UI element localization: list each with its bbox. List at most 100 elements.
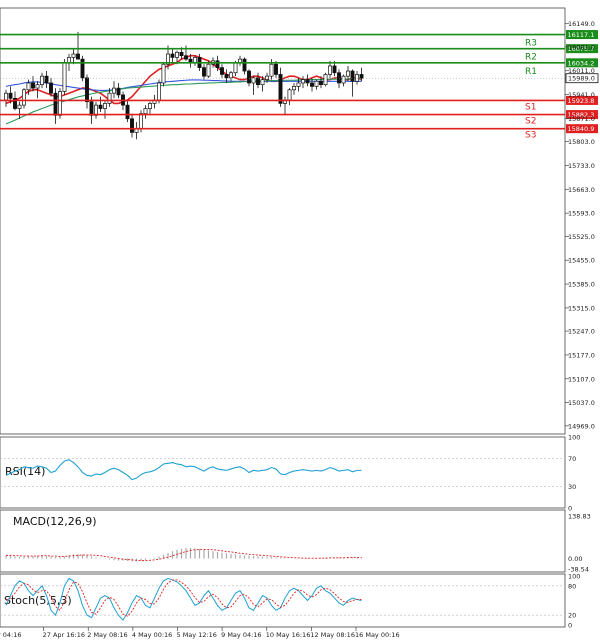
time-tick-label: 5 May 12:16 xyxy=(177,631,217,639)
current-price-tag: 15989.0 xyxy=(565,73,599,84)
time-tick-label: 9 May 04:16 xyxy=(221,631,261,639)
candle-body xyxy=(202,67,206,77)
price-tick-label: 15385.0 xyxy=(568,281,595,289)
price-tick-label: 16149.0 xyxy=(568,20,595,28)
candle-body xyxy=(287,89,292,101)
candle-body xyxy=(175,51,179,58)
time-tick-label: 16 May 00:16 xyxy=(355,631,400,639)
candle-body xyxy=(278,74,283,104)
candle-body xyxy=(314,80,319,87)
candle-body xyxy=(107,92,112,104)
level-name-r2: R2 xyxy=(525,53,537,63)
candle-body xyxy=(35,84,40,89)
macd-tick-label: 138.83 xyxy=(568,513,591,521)
candle-body xyxy=(8,92,13,99)
candle-body xyxy=(80,58,85,79)
candle-body xyxy=(31,82,35,89)
price-tick-label: 15455.0 xyxy=(568,257,595,265)
stoch-tick-label: 80 xyxy=(568,582,576,590)
macd-label: MACD(12,26,9) xyxy=(13,515,97,528)
price-tick-label: 15525.0 xyxy=(568,233,595,241)
candle-body xyxy=(301,79,305,84)
candle-body xyxy=(22,89,26,106)
candle-body xyxy=(359,74,364,79)
level-name-s2: S2 xyxy=(525,117,536,127)
candle-body xyxy=(143,108,148,114)
candle-body xyxy=(161,63,166,84)
candle-body xyxy=(44,75,49,84)
candle-body xyxy=(220,67,224,75)
rsi-panel: RSI(14) 10070300 xyxy=(0,434,580,513)
candle-body xyxy=(49,82,53,94)
price-tick-label: 15663.0 xyxy=(568,186,595,194)
level-name-r1: R1 xyxy=(525,67,537,77)
level-price-label: 16117.1 xyxy=(568,31,595,39)
stoch-panel: Stoch(5,5,3) 10080200 xyxy=(0,573,580,630)
candle-body xyxy=(53,92,58,116)
candle-body xyxy=(274,63,278,75)
rsi-tick-label: 30 xyxy=(568,483,576,491)
candle-body xyxy=(179,51,184,57)
candle-body xyxy=(206,63,211,77)
stoch-tick-label: 0 xyxy=(568,622,572,630)
candle-body xyxy=(130,118,134,133)
rsi-tick-label: 70 xyxy=(568,455,576,463)
candle-body xyxy=(170,53,175,58)
candle-body xyxy=(98,104,103,109)
level-price-label: 16034.2 xyxy=(568,59,595,67)
candle-body xyxy=(76,53,80,60)
time-tick-label: 4 May 00:16 xyxy=(132,631,172,639)
candle-body xyxy=(67,57,71,63)
price-tick-label: 15107.0 xyxy=(568,375,595,383)
candle-body xyxy=(215,60,220,68)
candle-body xyxy=(355,74,359,82)
price-tick-label: 15247.0 xyxy=(568,328,595,336)
candle-body xyxy=(350,70,355,82)
time-tick-label: 27 Apr 16:16 xyxy=(43,631,85,639)
candle-body xyxy=(328,65,332,75)
time-tick-label: 2 May 08:16 xyxy=(87,631,127,639)
macd-tick-label: 0.00 xyxy=(568,555,582,563)
candle-body xyxy=(116,87,121,96)
price-tick-label: 15733.0 xyxy=(568,162,595,170)
level-name-s1: S1 xyxy=(525,102,536,112)
candle-body xyxy=(292,86,296,91)
candle-body xyxy=(148,103,152,109)
price-panel: R316117.1R216075.7R116034.2S115923.8S215… xyxy=(0,7,599,435)
candle-body xyxy=(17,104,22,109)
rsi-tick-label: 0 xyxy=(568,505,572,513)
candle-body xyxy=(89,101,94,116)
price-tick-label: 15037.0 xyxy=(568,399,595,407)
macd-panel: MACD(12,26,9) 138.830.00-38.54 xyxy=(0,509,591,574)
candle-body xyxy=(269,63,274,77)
candle-body xyxy=(71,53,76,58)
candle-body xyxy=(323,74,328,86)
candle-body xyxy=(85,77,89,103)
candle-body xyxy=(310,82,314,87)
level-name-r3: R3 xyxy=(525,39,537,49)
candle-body xyxy=(224,74,229,79)
candle-body xyxy=(242,58,247,72)
trading-chart: R316117.1R216075.7R116034.2S115923.8S215… xyxy=(0,0,600,644)
price-tick-label: 16081.0 xyxy=(568,43,595,51)
candle-body xyxy=(251,77,256,84)
candle-body xyxy=(58,91,62,116)
price-tick-label: 15803.0 xyxy=(568,138,595,146)
candle-body xyxy=(229,72,233,79)
candle-body xyxy=(319,80,323,86)
candle-body xyxy=(346,70,350,77)
candle-body xyxy=(157,82,161,101)
rsi-tick-label: 100 xyxy=(568,434,580,442)
candle-body xyxy=(233,62,238,74)
candle-body xyxy=(139,113,143,130)
price-tick-label: 14969.0 xyxy=(568,422,595,430)
candle-body xyxy=(305,79,310,84)
candle-body xyxy=(134,128,139,133)
candle-body xyxy=(193,57,197,63)
candle-body xyxy=(40,75,44,86)
candle-body xyxy=(62,62,67,92)
current-price-label: 15989.0 xyxy=(568,75,595,83)
time-tick-label: r 04:16 xyxy=(0,631,21,639)
candle-body xyxy=(125,104,130,120)
candle-body xyxy=(256,77,260,86)
